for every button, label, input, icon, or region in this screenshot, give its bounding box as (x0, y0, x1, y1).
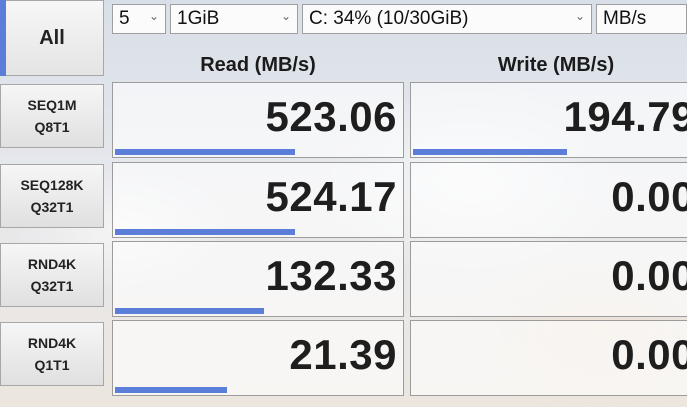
all-button-label: All (39, 26, 65, 49)
chevron-down-icon: ⌄ (574, 9, 585, 23)
chevron-down-icon: ⌄ (148, 9, 159, 23)
unit-value: MB/s (603, 8, 647, 29)
chevron-down-icon: ⌄ (280, 9, 291, 23)
write-result-cell: 0.00 (410, 320, 687, 396)
all-button-accent (0, 0, 6, 76)
read-progress-bar (115, 308, 264, 314)
read-result-value: 21.39 (289, 331, 397, 378)
test-count-value: 5 (119, 8, 130, 29)
test-button-line2: Q8T1 (34, 119, 70, 135)
write-column-header: Write (MB/s) (410, 50, 687, 80)
test-size-select[interactable]: 1GiB ⌄ (170, 4, 298, 34)
test-count-select[interactable]: 5 ⌄ (112, 4, 166, 34)
write-progress-bar (413, 149, 567, 155)
read-result-value: 524.17 (265, 173, 397, 220)
read-progress-bar (115, 229, 295, 235)
read-progress-bar (115, 149, 295, 155)
all-button[interactable]: All (0, 0, 104, 76)
drive-value: C: 34% (10/30GiB) (309, 8, 469, 29)
write-result-value: 194.79 (563, 93, 687, 140)
write-result-value: 0.00 (611, 331, 687, 378)
drive-select[interactable]: C: 34% (10/30GiB) ⌄ (302, 4, 592, 34)
test-button-line2: Q32T1 (30, 278, 74, 294)
read-result-value: 523.06 (265, 93, 397, 140)
test-size-value: 1GiB (177, 8, 220, 29)
test-button-rnd4k-q1t1[interactable]: RND4K Q1T1 (0, 322, 104, 386)
test-button-line1: RND4K (27, 335, 77, 351)
unit-select[interactable]: MB/s (596, 4, 687, 34)
write-result-value: 0.00 (611, 173, 687, 220)
read-result-cell: 132.33 (112, 241, 404, 317)
test-button-line1: SEQ128K (20, 177, 84, 193)
read-column-header: Read (MB/s) (112, 50, 404, 80)
write-result-value: 0.00 (611, 252, 687, 299)
read-header-label: Read (MB/s) (200, 53, 316, 76)
test-button-line2: Q1T1 (34, 357, 70, 373)
test-button-line1: SEQ1M (27, 97, 77, 113)
test-button-seq1m-q8t1[interactable]: SEQ1M Q8T1 (0, 84, 104, 148)
read-progress-bar (115, 387, 227, 393)
test-button-seq128k-q32t1[interactable]: SEQ128K Q32T1 (0, 164, 104, 228)
write-result-cell: 0.00 (410, 241, 687, 317)
test-button-line2: Q32T1 (30, 199, 74, 215)
read-result-value: 132.33 (265, 252, 397, 299)
write-result-cell: 0.00 (410, 162, 687, 238)
test-button-rnd4k-q32t1[interactable]: RND4K Q32T1 (0, 243, 104, 307)
test-button-line1: RND4K (27, 256, 77, 272)
read-result-cell: 21.39 (112, 320, 404, 396)
read-result-cell: 523.06 (112, 82, 404, 158)
read-result-cell: 524.17 (112, 162, 404, 238)
write-header-label: Write (MB/s) (497, 53, 615, 76)
write-result-cell: 194.79 (410, 82, 687, 158)
